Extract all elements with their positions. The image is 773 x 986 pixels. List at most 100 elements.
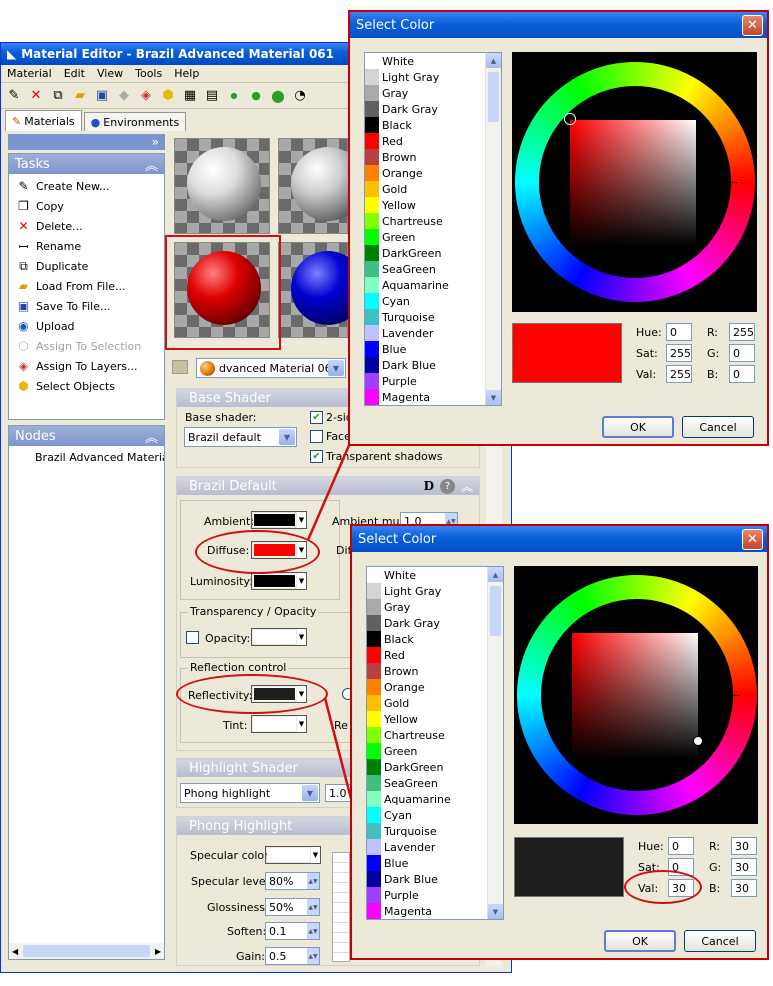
color-list-item[interactable]: Blue	[365, 341, 501, 357]
color-name: Turquoise	[382, 310, 435, 324]
dialog-title-bar[interactable]: Select Color ✕	[352, 526, 767, 552]
color-name: White	[384, 568, 416, 582]
hue-marker[interactable]	[726, 182, 738, 183]
color-list-item[interactable]: Black	[365, 117, 501, 133]
r-input[interactable]: 30	[731, 837, 757, 855]
color-list-item[interactable]: Light Gray	[365, 69, 501, 85]
color-list-item[interactable]: Aquamarine	[367, 791, 503, 807]
color-list-item[interactable]: Green	[367, 743, 503, 759]
sat-val-square[interactable]	[570, 120, 696, 246]
color-list-item[interactable]: DarkGreen	[365, 245, 501, 261]
color-list-item[interactable]: Lavender	[367, 839, 503, 855]
color-swatch	[367, 695, 381, 711]
color-list-item[interactable]: Magenta	[365, 389, 501, 405]
color-list-item[interactable]: Cyan	[365, 293, 501, 309]
g-input[interactable]: 30	[731, 858, 757, 876]
color-list-item[interactable]: Light Gray	[367, 583, 503, 599]
color-name: Blue	[384, 856, 409, 870]
b-input[interactable]: 0	[729, 365, 755, 383]
r-input[interactable]: 255	[729, 323, 755, 341]
color-list-item[interactable]: White	[365, 53, 501, 69]
color-wheel[interactable]	[514, 566, 758, 824]
color-name: Black	[384, 632, 414, 646]
color-list[interactable]: White Light Gray Gray Dark Gray Black Red Brow…	[366, 566, 504, 920]
sat-input[interactable]: 255	[666, 344, 692, 362]
color-list-item[interactable]: Black	[367, 631, 503, 647]
color-swatch	[367, 791, 381, 807]
hue-input[interactable]: 0	[666, 323, 692, 341]
scroll-down-icon[interactable]: ▼	[486, 390, 501, 405]
color-list-item[interactable]: Turquoise	[367, 823, 503, 839]
hue-marker[interactable]	[728, 695, 740, 696]
color-list-item[interactable]: Red	[367, 647, 503, 663]
color-list-item[interactable]: Gold	[365, 181, 501, 197]
color-list-scrollbar[interactable]: ▲ ▼	[485, 53, 501, 405]
color-list-item[interactable]: Orange	[365, 165, 501, 181]
hue-label: Hue:	[638, 840, 664, 853]
b-input[interactable]: 30	[731, 879, 757, 897]
g-input[interactable]: 0	[729, 344, 755, 362]
scroll-down-icon[interactable]: ▼	[488, 904, 503, 919]
ok-button[interactable]: OK	[602, 416, 674, 438]
color-preview	[512, 323, 622, 383]
close-icon[interactable]: ✕	[742, 528, 763, 550]
cancel-button[interactable]: Cancel	[684, 930, 756, 952]
color-list-item[interactable]: Lavender	[365, 325, 501, 341]
color-list-item[interactable]: Chartreuse	[365, 213, 501, 229]
dialog-title-bar[interactable]: Select Color ✕	[350, 12, 767, 38]
scroll-thumb[interactable]	[490, 586, 501, 636]
g-label: G:	[707, 347, 720, 360]
color-swatch	[365, 341, 379, 357]
color-list-item[interactable]: Purple	[367, 887, 503, 903]
color-swatch	[365, 309, 379, 325]
hue-input[interactable]: 0	[668, 837, 694, 855]
color-list-item[interactable]: Red	[365, 133, 501, 149]
color-list-item[interactable]: Gray	[365, 85, 501, 101]
color-list-item[interactable]: Magenta	[367, 903, 503, 919]
color-wheel[interactable]	[512, 52, 757, 312]
color-list-item[interactable]: Yellow	[365, 197, 501, 213]
color-list-item[interactable]: Gold	[367, 695, 503, 711]
color-list-item[interactable]: Brown	[365, 149, 501, 165]
val-input[interactable]: 255	[666, 365, 692, 383]
color-list-item[interactable]: Aquamarine	[365, 277, 501, 293]
color-list-item[interactable]: Dark Gray	[367, 615, 503, 631]
color-list-item[interactable]: Purple	[365, 373, 501, 389]
color-list-item[interactable]: DarkGreen	[367, 759, 503, 775]
scroll-thumb[interactable]	[488, 72, 499, 122]
close-icon[interactable]: ✕	[742, 14, 763, 36]
sat-val-square[interactable]	[572, 633, 698, 759]
color-list-item[interactable]: Blue	[367, 855, 503, 871]
color-list-item[interactable]: White	[367, 567, 503, 583]
ok-button[interactable]: OK	[604, 930, 676, 952]
color-swatch	[367, 903, 381, 919]
cancel-button[interactable]: Cancel	[682, 416, 754, 438]
color-list-item[interactable]: Dark Gray	[365, 101, 501, 117]
color-swatch	[367, 871, 381, 887]
color-list-item[interactable]: Dark Blue	[367, 871, 503, 887]
color-list-item[interactable]: Dark Blue	[365, 357, 501, 373]
color-list-item[interactable]: Yellow	[367, 711, 503, 727]
color-list[interactable]: White Light Gray Gray Dark Gray Black Red Brow…	[364, 52, 502, 406]
sat-val-cursor[interactable]	[693, 736, 703, 746]
sat-label: Sat:	[636, 347, 658, 360]
color-list-item[interactable]: Brown	[367, 663, 503, 679]
color-list-item[interactable]: Cyan	[367, 807, 503, 823]
color-list-item[interactable]: Gray	[367, 599, 503, 615]
val-label: Val:	[636, 368, 657, 381]
color-name: Red	[382, 134, 403, 148]
scroll-up-icon[interactable]: ▲	[486, 53, 501, 68]
color-list-item[interactable]: SeaGreen	[367, 775, 503, 791]
color-name: Light Gray	[384, 584, 442, 598]
color-list-item[interactable]: Green	[365, 229, 501, 245]
sat-val-cursor[interactable]	[565, 114, 575, 124]
color-list-scrollbar[interactable]: ▲ ▼	[487, 567, 503, 919]
color-list-item[interactable]: Turquoise	[365, 309, 501, 325]
color-swatch	[367, 887, 381, 903]
scroll-up-icon[interactable]: ▲	[488, 567, 503, 582]
color-name: Green	[384, 744, 418, 758]
color-list-item[interactable]: Chartreuse	[367, 727, 503, 743]
color-name: Yellow	[384, 712, 418, 726]
color-list-item[interactable]: SeaGreen	[365, 261, 501, 277]
color-list-item[interactable]: Orange	[367, 679, 503, 695]
